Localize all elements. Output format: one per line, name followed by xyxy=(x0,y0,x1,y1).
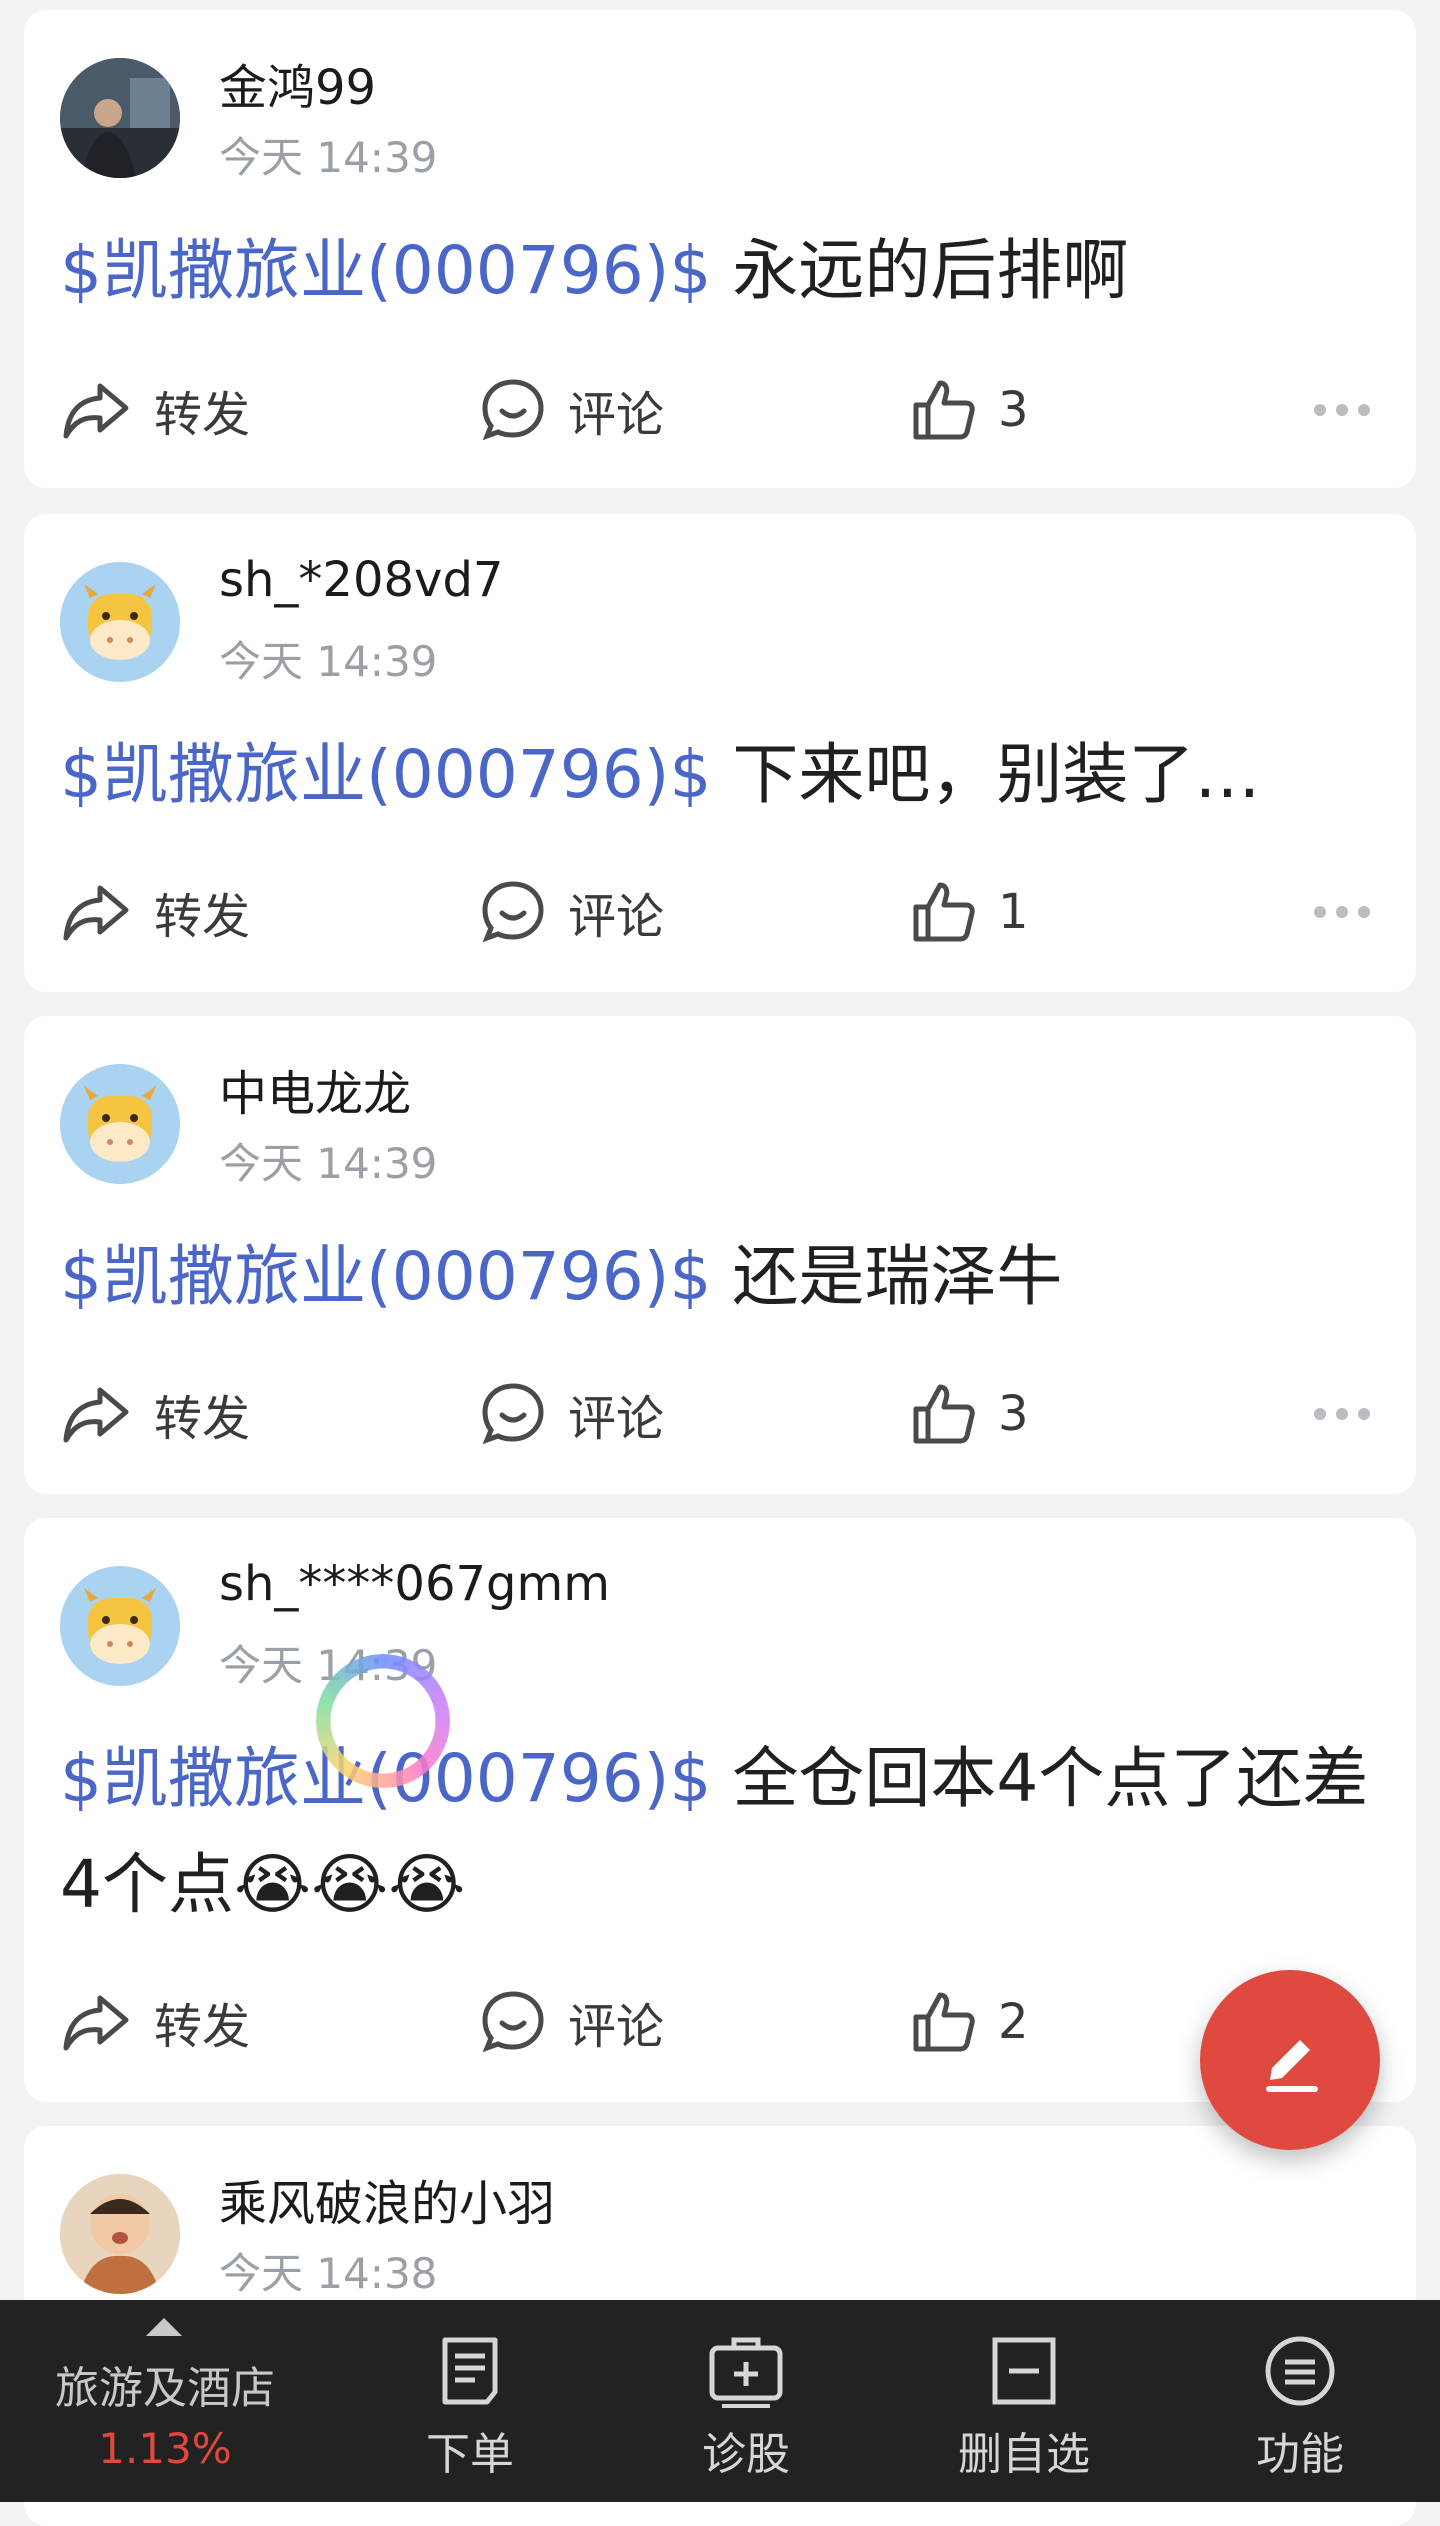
repost-label: 转发 xyxy=(154,1391,251,1447)
like-button[interactable]: 1 xyxy=(910,872,1029,952)
cow-avatar-icon xyxy=(60,1064,180,1184)
user-avatar[interactable] xyxy=(60,1064,180,1184)
username[interactable]: 乘风破浪的小羽 xyxy=(219,2164,555,2234)
post-text-line2: 4个点😭😭😭 xyxy=(60,1846,466,1923)
comment-icon xyxy=(482,1383,544,1445)
post-text: 还是瑞泽牛 xyxy=(711,1238,1063,1315)
post-time: 今天 14:39 xyxy=(219,1139,438,1188)
tab-label: 功能 xyxy=(1256,2429,1344,2480)
comment-button[interactable]: 评论 xyxy=(480,1374,664,1454)
username[interactable]: 金鸿99 xyxy=(219,48,376,118)
post-time: 今天 14:39 xyxy=(219,133,438,182)
thumbs-up-icon xyxy=(913,380,975,440)
comment-button[interactable]: 评论 xyxy=(480,370,664,450)
post-text: 全仓回本4个点了还差 xyxy=(711,1740,1369,1817)
tab-label: 下单 xyxy=(426,2429,514,2480)
user-avatar[interactable] xyxy=(60,562,180,682)
caret-up-icon xyxy=(146,2318,182,2336)
post-content: $凯撒旅业(000796)$ 还是瑞泽牛 xyxy=(60,1224,1376,1330)
like-button[interactable]: 2 xyxy=(910,1982,1029,2062)
repost-button[interactable]: 转发 xyxy=(60,1982,250,2062)
compose-post-button[interactable] xyxy=(1200,1970,1380,2150)
photo-avatar-icon xyxy=(60,58,180,178)
tab-functions[interactable]: 功能 xyxy=(1200,2334,1400,2484)
post-actions: 转发 评论 1 xyxy=(60,872,1380,952)
comment-label: 评论 xyxy=(568,1999,665,2055)
menu-icon xyxy=(1265,2336,1335,2406)
post-card[interactable]: sh_*208vd7 今天 14:39 $凯撒旅业(000796)$ 下来吧，别… xyxy=(24,514,1416,992)
tab-remove-watchlist[interactable]: 删自选 xyxy=(924,2334,1124,2484)
share-icon xyxy=(63,1387,129,1443)
repost-label: 转发 xyxy=(154,889,251,945)
repost-label: 转发 xyxy=(154,387,251,443)
tab-label: 诊股 xyxy=(702,2429,790,2480)
post-actions: 转发 评论 3 xyxy=(60,370,1380,450)
tab-label: 删自选 xyxy=(958,2429,1090,2480)
loading-spinner-icon xyxy=(316,1654,450,1788)
remove-watchlist-icon xyxy=(992,2337,1056,2405)
thumbs-up-icon xyxy=(913,1384,975,1444)
like-count: 2 xyxy=(998,1994,1029,2050)
comment-icon xyxy=(482,1991,544,2053)
thumbs-up-icon xyxy=(913,1992,975,2052)
post-time: 今天 14:39 xyxy=(219,637,438,686)
post-content: $凯撒旅业(000796)$ 全仓回本4个点了还差 4个点😭😭😭 xyxy=(60,1726,1376,1938)
post-card[interactable]: 中电龙龙 今天 14:39 $凯撒旅业(000796)$ 还是瑞泽牛 转发 评论 xyxy=(24,1016,1416,1494)
like-button[interactable]: 3 xyxy=(910,370,1029,450)
more-icon[interactable] xyxy=(1314,1408,1370,1420)
share-icon xyxy=(63,383,129,439)
post-actions: 转发 评论 2 xyxy=(60,1982,1380,2062)
sector-change: 1.13% xyxy=(98,2424,232,2473)
comment-label: 评论 xyxy=(568,889,665,945)
user-avatar[interactable] xyxy=(60,1566,180,1686)
post-content: $凯撒旅业(000796)$ 永远的后排啊 xyxy=(60,218,1376,324)
share-icon xyxy=(63,885,129,941)
order-icon xyxy=(442,2337,498,2405)
share-icon xyxy=(63,1995,129,2051)
like-button[interactable]: 3 xyxy=(910,1374,1029,1454)
comment-button[interactable]: 评论 xyxy=(480,1982,664,2062)
thumbs-up-icon xyxy=(913,882,975,942)
sector-name: 旅游及酒店 xyxy=(55,2363,275,2414)
post-card[interactable]: sh_****067gmm 今天 14:39 $凯撒旅业(000796)$ 全仓… xyxy=(24,1518,1416,2102)
stock-link[interactable]: $凯撒旅业(000796)$ xyxy=(60,232,711,309)
like-count: 3 xyxy=(998,1386,1029,1442)
username[interactable]: sh_****067gmm xyxy=(219,1556,610,1612)
tab-order[interactable]: 下单 xyxy=(370,2334,570,2484)
post-actions: 转发 评论 3 xyxy=(60,1374,1380,1454)
username[interactable]: sh_*208vd7 xyxy=(219,552,503,608)
sector-info[interactable]: 旅游及酒店 1.13% xyxy=(0,2300,330,2502)
more-icon[interactable] xyxy=(1314,404,1370,416)
comment-icon xyxy=(482,379,544,441)
user-avatar[interactable] xyxy=(60,2174,180,2294)
stock-link[interactable]: $凯撒旅业(000796)$ xyxy=(60,1238,711,1315)
tab-diagnose[interactable]: 诊股 xyxy=(646,2334,846,2484)
comment-label: 评论 xyxy=(568,1391,665,1447)
comment-label: 评论 xyxy=(568,387,665,443)
cow-avatar-icon xyxy=(60,562,180,682)
edit-pencil-icon xyxy=(1266,2040,1318,2092)
username[interactable]: 中电龙龙 xyxy=(219,1054,411,1124)
post-content: $凯撒旅业(000796)$ 下来吧，别装了… xyxy=(60,722,1376,828)
user-avatar[interactable] xyxy=(60,58,180,178)
comment-icon xyxy=(482,881,544,943)
comment-button[interactable]: 评论 xyxy=(480,872,664,952)
repost-button[interactable]: 转发 xyxy=(60,872,250,952)
more-icon[interactable] xyxy=(1314,906,1370,918)
post-text: 永远的后排啊 xyxy=(711,232,1129,309)
bottom-toolbar: 旅游及酒店 1.13% 下单 诊股 删自选 功能 xyxy=(0,2300,1440,2502)
repost-label: 转发 xyxy=(154,1999,251,2055)
repost-button[interactable]: 转发 xyxy=(60,1374,250,1454)
post-text: 下来吧，别装了… xyxy=(711,736,1261,813)
post-card[interactable]: 金鸿99 今天 14:39 $凯撒旅业(000796)$ 永远的后排啊 转发 评… xyxy=(24,10,1416,488)
diagnose-icon xyxy=(709,2337,783,2408)
like-count: 3 xyxy=(998,382,1029,438)
cow-avatar-icon xyxy=(60,1566,180,1686)
stock-link[interactable]: $凯撒旅业(000796)$ xyxy=(60,736,711,813)
post-time: 今天 14:38 xyxy=(219,2249,438,2298)
like-count: 1 xyxy=(998,884,1029,940)
photo-avatar-icon xyxy=(60,2174,180,2294)
repost-button[interactable]: 转发 xyxy=(60,370,250,450)
